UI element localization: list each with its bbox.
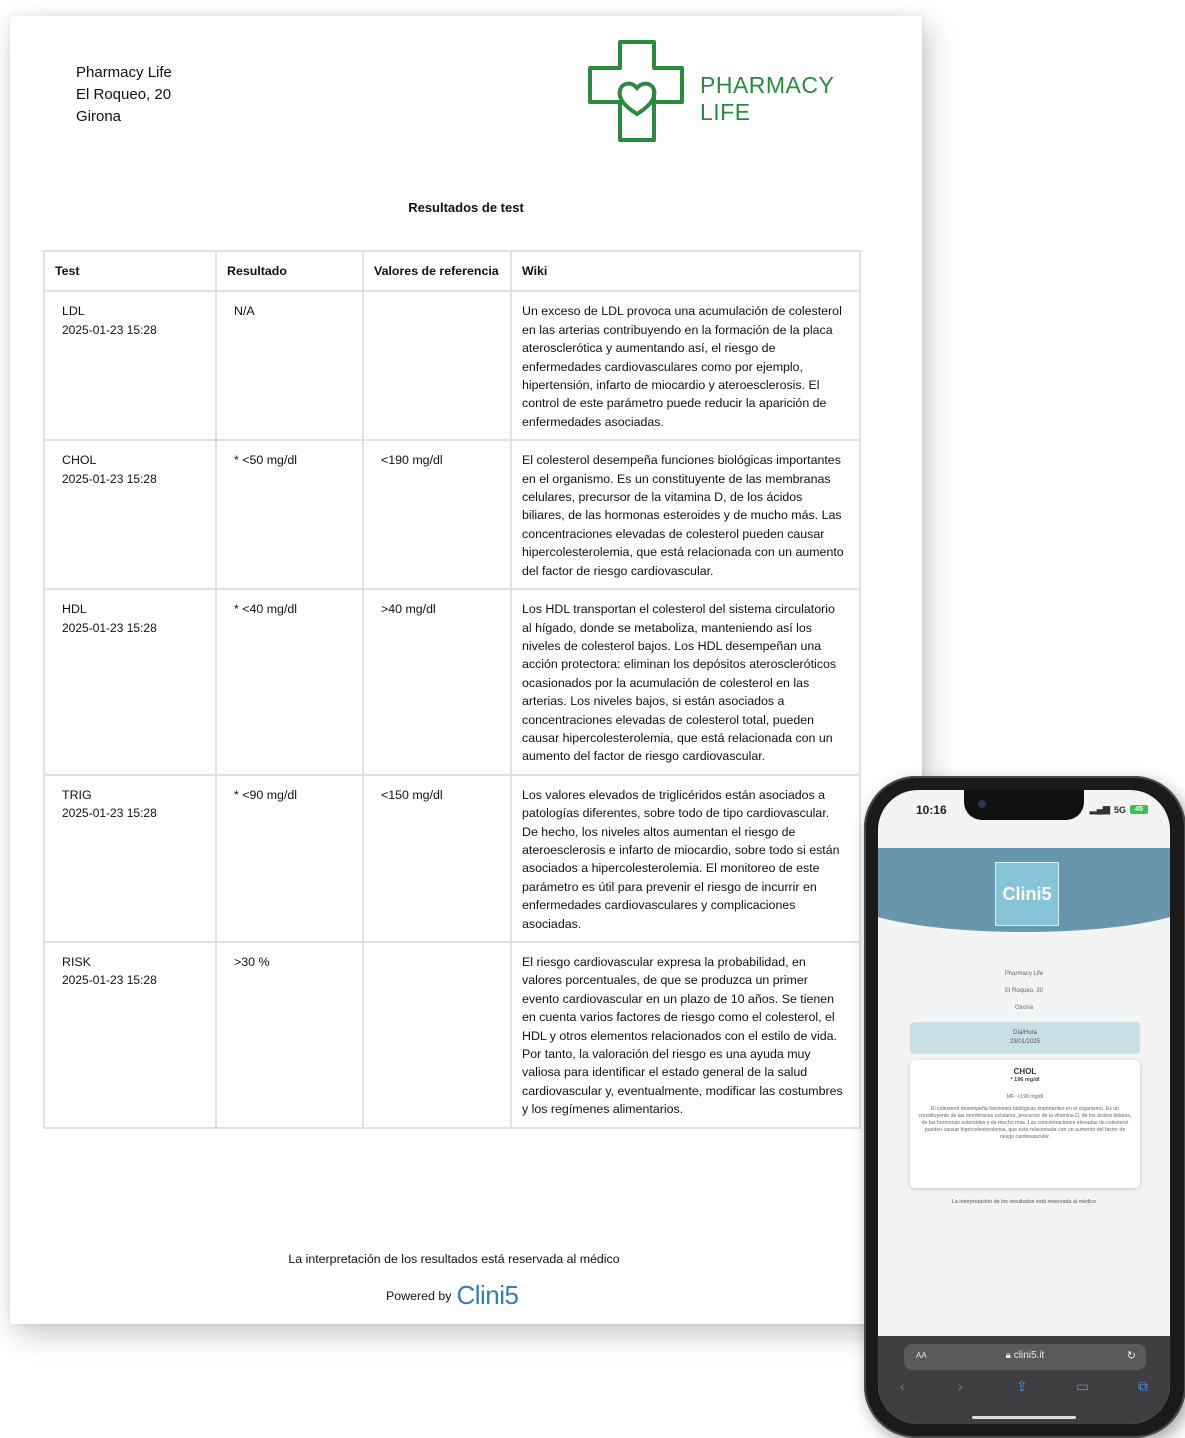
table-header-row: Test Resultado Valores de referencia Wik…: [43, 249, 861, 293]
date-value: 23/01/2025: [1009, 1039, 1041, 1045]
table-row: CHOL 2025-01-23 15:28 * <50 mg/dl <190 mg…: [43, 439, 861, 591]
mobile-address: Pharmacy Life El Roqueo, 20 Girona: [878, 966, 1170, 1017]
results-table: Test Resultado Valores de referencia Wik…: [43, 249, 861, 1129]
card-value: * 196 mg/dl: [1010, 1077, 1040, 1083]
reference-cell: <190 mg/dl: [362, 439, 512, 591]
test-cell: CHOL 2025-01-23 15:28: [43, 439, 217, 591]
home-indicator: [972, 1416, 1076, 1419]
address-line: Girona: [76, 108, 122, 125]
pharmacy-address: Pharmacy Life El Roqueo, 20 Girona: [76, 62, 172, 128]
test-cell: LDL 2025-01-23 15:28: [43, 290, 217, 442]
test-timestamp: 2025-01-23 15:28: [62, 322, 157, 337]
result-card: CHOL * 196 mg/dl MF: <190 mg/dl El coles…: [910, 1060, 1140, 1188]
card-reference: MF: <190 mg/dl: [1006, 1094, 1044, 1100]
pharmacy-logo: PHARMACY LIFE: [584, 36, 854, 146]
result-cell: * <40 mg/dl: [215, 588, 364, 776]
address-bar[interactable]: AA 🔒︎ clini5.it ↻: [904, 1344, 1146, 1370]
logo-text-line: PHARMACY: [700, 72, 835, 98]
test-cell: TRIG 2025-01-23 15:28: [43, 773, 217, 944]
address-line: El Roqueo, 20: [1004, 988, 1044, 994]
clini5-logo: Clini5: [456, 1280, 519, 1310]
reference-cell: [362, 290, 512, 442]
result-cell: >30 %: [215, 941, 364, 1129]
test-timestamp: 2025-01-23 15:28: [62, 471, 157, 486]
status-time: 10:16: [916, 803, 947, 817]
column-header-test: Test: [43, 249, 217, 293]
document-title: Resultados de test: [408, 200, 524, 215]
reference-cell: <150 mg/dl: [362, 773, 512, 944]
test-name: HDL: [62, 602, 87, 617]
powered-by-label: Powered by: [386, 1288, 452, 1303]
signal-icon: ▂▄▆: [1089, 804, 1110, 814]
result-cell: N/A: [215, 290, 364, 442]
phone-mockup: Clini5 10:16 ▂▄▆ 5G 45 Pharmacy Life El …: [864, 776, 1185, 1438]
address-line: Girona: [1014, 1005, 1033, 1011]
test-name: LDL: [62, 304, 85, 319]
table-row: HDL 2025-01-23 15:28 * <40 mg/dl >40 mg/d…: [43, 588, 861, 776]
url-label: clini5.it: [1013, 1350, 1045, 1361]
date-banner: Día/Hora 23/01/2025: [910, 1022, 1140, 1054]
url-text: 🔒︎ clini5.it: [904, 1350, 1146, 1361]
result-cell: * <50 mg/dl: [215, 439, 364, 591]
status-icons: ▂▄▆ 5G 45: [1090, 804, 1148, 815]
card-description: El colesterol desempeña funciones biológ…: [918, 1106, 1132, 1140]
column-header-reference: Valores de referencia: [362, 249, 512, 293]
wiki-cell: El colesterol desempeña funciones biológ…: [510, 439, 861, 591]
powered-by: Powered by Clini5: [386, 1280, 519, 1311]
browser-bar: AA 🔒︎ clini5.it ↻ ‹ › ⇪ ▭ ⧉: [878, 1336, 1170, 1424]
phone-screen: Clini5 10:16 ▂▄▆ 5G 45 Pharmacy Life El …: [878, 790, 1170, 1424]
address-line: El Roqueo, 20: [76, 86, 172, 103]
column-header-result: Resultado: [215, 249, 364, 293]
column-header-wiki: Wiki: [510, 249, 861, 293]
reload-icon[interactable]: ↻: [1127, 1349, 1136, 1362]
reference-cell: [362, 941, 512, 1129]
footer-note: La interpretación de los resultados está…: [288, 1252, 620, 1266]
browser-toolbar: ‹ › ⇪ ▭ ⧉: [878, 1378, 1170, 1398]
share-icon[interactable]: ⇪: [1016, 1378, 1028, 1395]
wiki-cell: Los HDL transportan el colesterol del si…: [510, 588, 861, 776]
test-name: RISK: [62, 955, 91, 969]
network-label: 5G: [1113, 804, 1126, 815]
test-timestamp: 2025-01-23 15:28: [62, 620, 157, 635]
logo-text-line: LIFE: [700, 99, 751, 125]
bookmarks-icon[interactable]: ▭: [1076, 1378, 1089, 1395]
camera-icon: [978, 800, 986, 808]
app-logo: Clini5: [995, 862, 1059, 926]
tabs-icon[interactable]: ⧉: [1138, 1378, 1148, 1395]
wiki-cell: Los valores elevados de triglicéridos es…: [510, 773, 861, 944]
test-cell: HDL 2025-01-23 15:28: [43, 588, 217, 776]
wiki-cell: El riesgo cardiovascular expresa la prob…: [510, 941, 861, 1129]
mobile-footer: La interpretación de los resultados está…: [951, 1199, 1097, 1205]
back-icon[interactable]: ‹: [900, 1378, 905, 1394]
test-name: CHOL: [62, 453, 97, 468]
report-document: Pharmacy Life El Roqueo, 20 Girona PHARM…: [10, 16, 922, 1324]
lock-icon: 🔒︎: [1005, 1350, 1014, 1361]
reference-cell: >40 mg/dl: [362, 588, 512, 776]
phone-notch: [964, 790, 1084, 820]
table-row: LDL 2025-01-23 15:28 N/A Un exceso de LDL…: [43, 290, 861, 442]
test-cell: RISK 2025-01-23 15:28: [43, 941, 217, 1129]
address-line: Pharmacy Life: [1004, 971, 1044, 977]
result-cell: * <90 mg/dl: [215, 773, 364, 944]
forward-icon[interactable]: ›: [958, 1378, 963, 1394]
wiki-cell: Un exceso de LDL provoca una acumulación…: [510, 290, 861, 442]
table-row: TRIG 2025-01-23 15:28 * <90 mg/dl <150 mg…: [43, 773, 861, 944]
address-line: Pharmacy Life: [76, 64, 172, 81]
pharmacy-cross-heart-icon: [588, 40, 684, 142]
card-title: CHOL: [1013, 1067, 1037, 1076]
date-label: Día/Hora: [1012, 1030, 1037, 1036]
battery-icon: 45: [1130, 805, 1148, 814]
test-timestamp: 2025-01-23 15:28: [62, 806, 157, 821]
test-name: TRIG: [62, 787, 92, 802]
logo-wordmark: PHARMACY LIFE: [700, 72, 834, 126]
test-timestamp: 2025-01-23 15:28: [62, 973, 157, 988]
table-row: RISK 2025-01-23 15:28 >30 % El riesgo car…: [43, 941, 861, 1129]
